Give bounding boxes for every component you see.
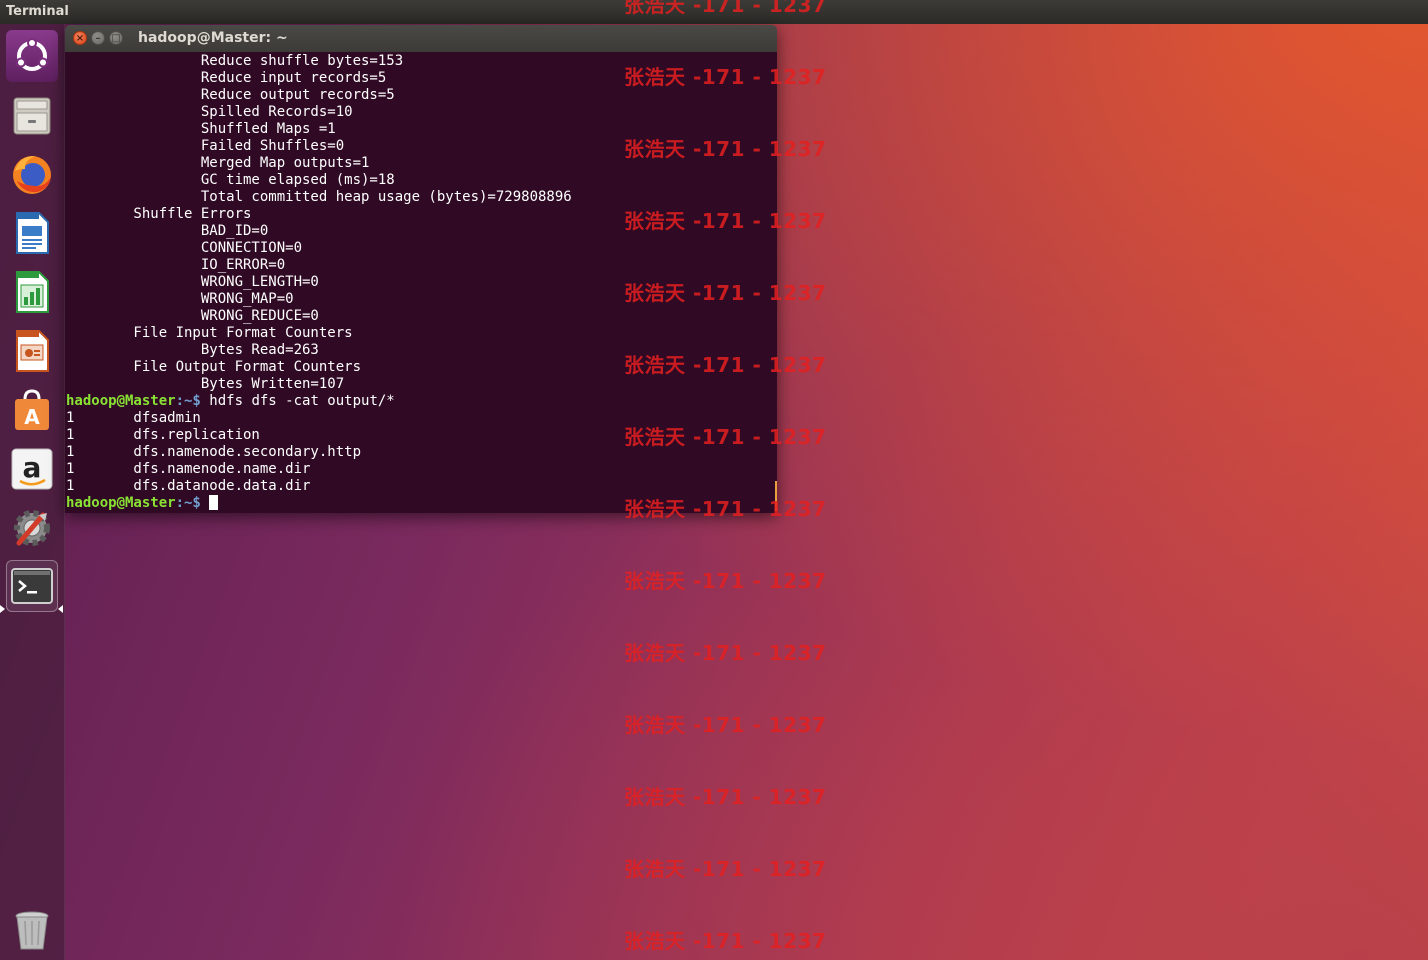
command-text: hdfs dfs -cat output/* — [200, 393, 395, 409]
terminal-line: Spilled Records=10 — [66, 104, 353, 120]
terminal-line: Reduce shuffle bytes=153 — [66, 53, 404, 69]
output-line: 1 dfs.datanode.data.dir — [66, 478, 311, 494]
launcher-item-impress[interactable] — [6, 325, 58, 377]
watermark-text: 张浩天 -171 - 1237 — [624, 281, 827, 305]
software-bag-icon: A — [15, 389, 49, 430]
launcher-item-software[interactable]: A — [6, 384, 58, 436]
watermark-text: 张浩天 -171 - 1237 — [624, 497, 827, 521]
terminal-icon — [11, 568, 53, 604]
watermark-text: 张浩天 -171 - 1237 — [624, 137, 827, 161]
ubuntu-logo-icon — [16, 38, 48, 71]
terminal-line: Bytes Read=263 — [66, 342, 319, 358]
watermark-text: 张浩天 -171 - 1237 — [624, 209, 827, 233]
watermark-text: 张浩天 -171 - 1237 — [624, 641, 827, 665]
prompt-path: :~$ — [175, 393, 201, 409]
launcher-item-dash[interactable] — [6, 30, 58, 82]
launcher-item-firefox[interactable] — [6, 148, 58, 200]
launcher-item-writer[interactable] — [6, 207, 58, 259]
watermark-text: 张浩天 -171 - 1237 — [624, 0, 827, 17]
terminal-line: Reduce output records=5 — [66, 87, 395, 103]
command-line: hadoop@Master:~$ hdfs dfs -cat output/* — [66, 393, 572, 410]
svg-text:a: a — [23, 451, 42, 484]
calc-spreadsheet-icon — [16, 271, 49, 313]
terminal-line: Reduce input records=5 — [66, 70, 387, 86]
watermark-text: 张浩天 -171 - 1237 — [624, 65, 827, 89]
launcher-item-settings[interactable] — [6, 502, 58, 554]
window-title: hadoop@Master: ~ — [138, 30, 288, 46]
output-line: 1 dfs.replication — [66, 427, 260, 443]
trash-icon — [15, 911, 49, 950]
firefox-icon — [13, 156, 51, 194]
svg-text:A: A — [24, 405, 40, 429]
terminal-line: Shuffle Errors — [66, 206, 252, 222]
writer-document-icon — [16, 212, 49, 254]
maximize-button[interactable]: □ — [109, 31, 123, 45]
settings-gear-icon — [14, 510, 50, 546]
terminal-line: File Output Format Counters — [66, 359, 362, 375]
maximize-icon: □ — [111, 33, 121, 44]
running-indicator-left — [0, 605, 5, 613]
prompt-path: :~$ — [175, 495, 201, 511]
current-prompt-line[interactable]: hadoop@Master:~$ — [66, 495, 572, 512]
text-cursor — [209, 495, 219, 510]
amazon-icon: a — [11, 448, 53, 490]
terminal-line: Bytes Written=107 — [66, 376, 345, 392]
launcher-item-trash[interactable] — [6, 904, 58, 956]
prompt-user: hadoop@Master — [66, 495, 176, 511]
watermark-text: 张浩天 -171 - 1237 — [624, 785, 827, 809]
watermark-text: 张浩天 -171 - 1237 — [624, 713, 827, 737]
terminal-line: WRONG_REDUCE=0 — [66, 308, 319, 324]
window-titlebar[interactable]: × – □ hadoop@Master: ~ — [65, 25, 777, 52]
terminal-line: WRONG_LENGTH=0 — [66, 274, 319, 290]
launcher-item-files[interactable] — [6, 89, 58, 141]
running-indicator-right — [58, 605, 63, 613]
file-cabinet-icon — [13, 97, 51, 135]
terminal-line: Failed Shuffles=0 — [66, 138, 345, 154]
launcher-item-terminal[interactable] — [6, 560, 58, 612]
terminal-line: CONNECTION=0 — [66, 240, 303, 256]
launcher-item-amazon[interactable]: a — [6, 443, 58, 495]
output-line: 1 dfsadmin — [66, 410, 201, 426]
launcher-item-calc[interactable] — [6, 266, 58, 318]
impress-presentation-icon — [16, 330, 49, 372]
terminal-line: Merged Map outputs=1 — [66, 155, 370, 171]
terminal-line: WRONG_MAP=0 — [66, 291, 294, 307]
watermark-text: 张浩天 -171 - 1237 — [624, 929, 827, 953]
watermark-text: 张浩天 -171 - 1237 — [624, 569, 827, 593]
output-line: 1 dfs.namenode.name.dir — [66, 461, 311, 477]
close-button[interactable]: × — [73, 31, 87, 45]
output-line: 1 dfs.namenode.secondary.http — [66, 444, 362, 460]
watermark-text: 张浩天 -171 - 1237 — [624, 353, 827, 377]
minimize-icon: – — [95, 33, 101, 44]
prompt-user: hadoop@Master — [66, 393, 176, 409]
watermark-text: 张浩天 -171 - 1237 — [624, 425, 827, 449]
active-app-title: Terminal — [6, 4, 69, 19]
terminal-line: IO_ERROR=0 — [66, 257, 286, 273]
watermark-text: 张浩天 -171 - 1237 — [624, 857, 827, 881]
terminal-line: BAD_ID=0 — [66, 223, 269, 239]
terminal-line: Total committed heap usage (bytes)=72980… — [66, 189, 572, 205]
terminal-line: Shuffled Maps =1 — [66, 121, 336, 137]
minimize-button[interactable]: – — [91, 31, 105, 45]
launcher: A a — [0, 24, 65, 960]
close-icon: × — [75, 33, 85, 44]
terminal-line: GC time elapsed (ms)=18 — [66, 172, 395, 188]
terminal-line: File Input Format Counters — [66, 325, 353, 341]
